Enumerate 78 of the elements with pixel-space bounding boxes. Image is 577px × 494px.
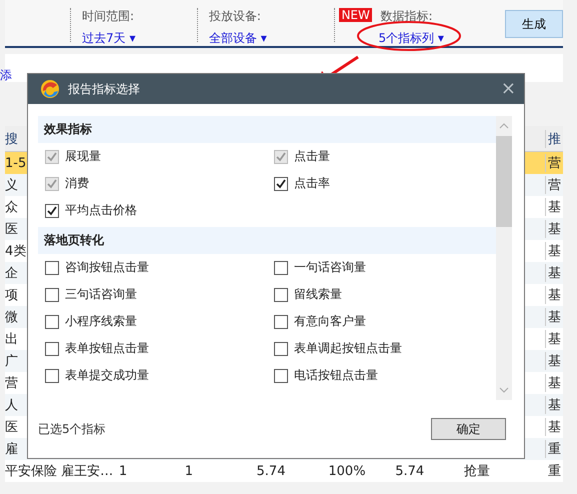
table-cell-text: 5.74 [395,464,426,478]
table-cell: 基 [545,396,563,414]
table-cell: 基 [545,220,563,238]
checkbox[interactable] [45,368,59,382]
dialog-title: 报告指标选择 [68,80,141,98]
table-cell-text: 广 [5,353,18,370]
checkbox[interactable] [274,288,288,302]
metric-checkbox[interactable]: 有意向客户量 [274,308,496,335]
table-cell-text: 5.74 [256,464,286,478]
column-header: 推 [545,130,563,148]
table-cell-text: 重 [548,463,562,480]
checkbox[interactable] [45,342,59,356]
table-cell-text: 企 [5,265,18,282]
table-cell: 基 [545,242,563,260]
table-cell-text: 100% [328,464,367,478]
table-cell-text: 4类 [5,243,26,260]
metric-checkbox[interactable]: 咨询按钮点击量 [45,254,274,281]
filter-label: 数据指标: [380,8,432,25]
table-cell: 基 [545,418,563,436]
table-cell-text: 平安保险 雇王安… [5,463,114,480]
metric-checkbox[interactable]: 表单按钮点击量 [45,335,274,362]
table-cell: 基 [545,308,563,326]
checkbox[interactable] [45,314,59,328]
table-cell: 基 [545,264,563,282]
table-cell: 营 [545,154,563,172]
filter-dropdown[interactable]: 过去7天 ▾ [82,30,197,47]
table-cell: 基 [545,198,563,216]
section-header: 落地页转化 [38,227,496,254]
selection-summary: 已选5个指标 [38,420,106,438]
table-cell: 基 [545,352,563,370]
table-cell-text: 微 [5,309,18,326]
table-cell: 基 [545,330,563,348]
checkbox[interactable] [274,176,288,190]
table-cell: 基 [545,286,563,304]
metric-checkbox[interactable]: 表单提交成功量 [45,362,274,389]
metric-checkbox[interactable]: 点击率 [274,170,496,197]
add-link[interactable]: 添 [0,68,12,82]
filter-label: 投放设备: [208,8,261,25]
metric-checkbox[interactable]: 小程序线索量 [45,308,274,335]
metric-checkbox[interactable]: 三句话咨询量 [45,281,274,308]
table-cell-text: 义 [5,177,18,194]
checkbox[interactable] [274,342,288,356]
checkbox[interactable] [274,260,288,274]
browser-logo-icon [40,79,60,99]
section-header: 效果指标 [38,116,496,143]
metric-checkbox[interactable]: 留线索量 [274,281,496,308]
table-cell-text: 医 [5,221,18,238]
table-cell-text: 1 [118,464,128,478]
table-cell-text: 抢量 [464,463,492,480]
metric-checkbox[interactable]: 表单调起按钮点击量 [274,335,496,362]
table-row[interactable]: 平安保险 雇王安… 1 1 5.74 100% 5.74 抢量 重 [5,460,563,482]
filter-label: 时间范围: [82,8,134,25]
checkbox[interactable] [274,314,288,328]
checkbox[interactable] [45,260,59,274]
metric-checkbox[interactable]: 平均点击价格 [45,197,274,224]
table-cell: 基 [545,374,563,392]
table-cell-text: 众 [5,199,18,216]
metric-checkbox[interactable]: 一句话咨询量 [274,254,496,281]
generate-button[interactable]: 生成 [504,10,563,38]
checkbox[interactable] [45,204,59,218]
table-cell: 1-5 [5,156,26,170]
new-badge: NEW [339,8,372,22]
filter-dropdown[interactable]: 全部设备 ▾ [208,30,334,47]
checkbox[interactable] [45,288,59,302]
confirm-button[interactable]: 确定 [431,418,506,440]
table-cell-text: 雇 [5,441,18,458]
metric-checkbox[interactable]: 电话按钮点击量 [274,362,496,389]
table-cell-text: 人 [5,397,18,414]
column-header: 搜 [5,130,18,148]
table-cell: 营 [545,176,563,194]
close-button[interactable]: × [500,80,516,98]
table-cell: 重 [545,440,563,458]
table-cell-text: 1 [184,464,194,478]
checkbox[interactable] [274,368,288,382]
table-cell-text: 医 [5,419,18,436]
table-cell-text: 项 [5,287,18,304]
table-cell-text: 营 [5,375,18,392]
table-cell-text: 出 [5,331,18,348]
